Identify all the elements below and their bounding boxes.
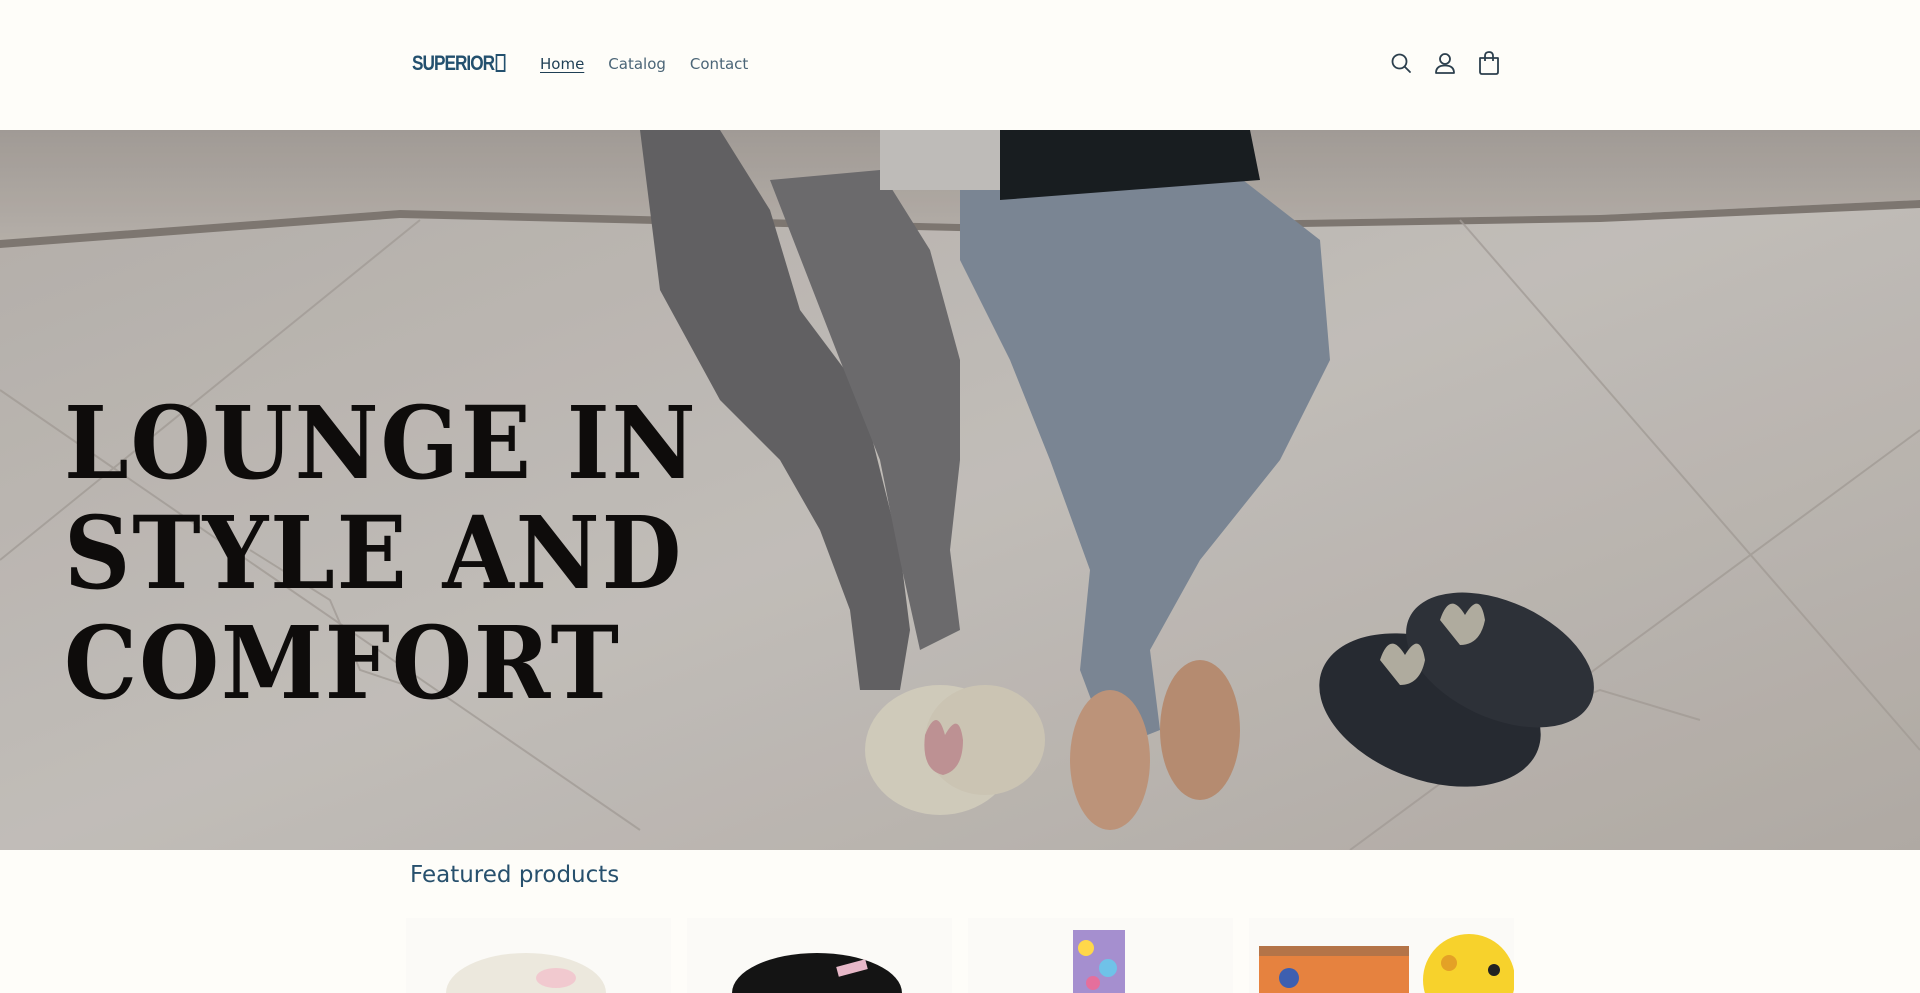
- logo-mark: [495, 54, 506, 72]
- nav-contact-link[interactable]: Contact: [690, 54, 748, 74]
- main-nav: Home Catalog Contact: [540, 54, 748, 74]
- store-logo[interactable]: SUPERIOR: [412, 51, 506, 77]
- product-grid: [406, 918, 1514, 993]
- product-image: [446, 953, 606, 993]
- headline-line: LOUNGE IN: [64, 384, 698, 502]
- product-card[interactable]: [968, 918, 1233, 993]
- featured-products-title: Featured products: [410, 862, 620, 888]
- account-icon[interactable]: [1434, 50, 1456, 76]
- hero-headline: LOUNGE IN STYLE AND COMFORT: [64, 388, 708, 718]
- product-card[interactable]: [406, 918, 671, 993]
- headline-line: STYLE AND: [64, 494, 684, 612]
- headline-line: COMFORT: [64, 604, 621, 722]
- product-image: [732, 953, 902, 993]
- cart-icon[interactable]: [1478, 50, 1500, 76]
- nav-home-link[interactable]: Home: [540, 54, 584, 74]
- product-card[interactable]: [1249, 918, 1514, 993]
- product-image: [1073, 930, 1125, 993]
- product-image: [1259, 934, 1514, 993]
- nav-catalog-link[interactable]: Catalog: [608, 54, 666, 74]
- header-icons: [1390, 50, 1500, 76]
- product-card[interactable]: [687, 918, 952, 993]
- hero-banner: LOUNGE IN STYLE AND COMFORT: [0, 130, 1920, 850]
- site-header: SUPERIOR Home Catalog Contact: [0, 0, 1920, 130]
- search-icon[interactable]: [1390, 50, 1412, 76]
- logo-text: SUPERIOR: [412, 52, 495, 75]
